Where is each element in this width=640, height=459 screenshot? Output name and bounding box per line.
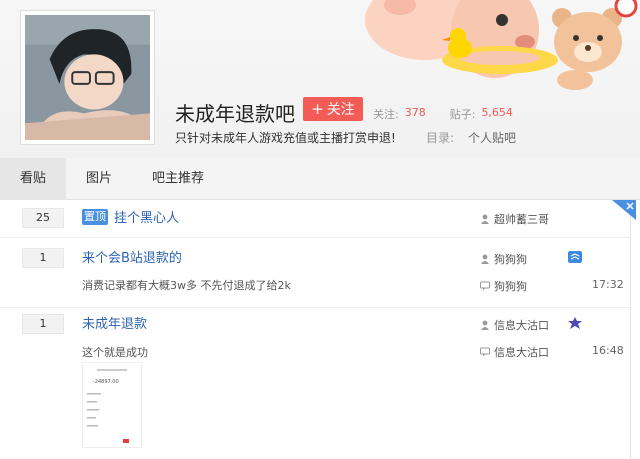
post-count: 5,654 [481,106,513,119]
thread-author[interactable]: 超帅蓄三哥 [480,211,549,227]
forum-tabs: 看贴 图片 吧主推荐 [0,158,640,200]
thread-title[interactable]: 挂个黑心人 [114,207,179,226]
tab-posts[interactable]: 看贴 [0,158,67,200]
reply-count: 25 [22,208,64,228]
follow-count: 378 [404,106,426,119]
follow-button[interactable]: + 关注 [303,97,363,121]
comment-icon [480,347,490,357]
list-divider [630,200,631,459]
tab-recommended[interactable]: 吧主推荐 [132,158,224,200]
thumbnail-amount: -24897.00 [93,379,119,385]
forum-title: 未成年退款吧 [175,102,295,126]
member-badge-icon [568,251,582,263]
forum-page: 未成年退款吧 + 关注 关注: 378 贴子: 5,654 只针对未成年人游戏充… [0,0,640,459]
thread-abstract: 这个就是成功 [82,346,148,359]
catalog-label: 目录: [426,131,455,145]
thread-row[interactable]: 25 置顶 挂个黑心人 超帅蓄三哥 [0,200,630,238]
forum-avatar [25,15,150,140]
catalog-link[interactable]: 个人贴吧 [468,129,516,146]
avatar-illustration [25,15,150,140]
follow-button-label: 关注 [326,102,355,118]
thread-author[interactable]: 信息大沽口 [480,317,549,333]
thread-title[interactable]: 未成年退款 [82,313,147,332]
thread-row[interactable]: 1 来个会B站退款的 消费记录都有大概3w多 不先付退成了给2k 狗狗狗 狗狗狗… [0,238,630,308]
author-name: 超帅蓄三哥 [494,213,549,226]
reply-count: 1 [22,314,64,334]
cartoon-banner-illustration [365,0,638,90]
user-icon [481,214,489,224]
thread-author[interactable]: 狗狗狗 [480,251,527,267]
last-reply-author[interactable]: 信息大沽口 [480,344,549,360]
reply-count: 1 [22,248,64,268]
last-reply-author[interactable]: 狗狗狗 [480,278,527,294]
last-reply-name: 狗狗狗 [494,280,527,293]
post-count-label: 贴子: [449,108,476,121]
forum-catalog: 目录: 个人贴吧 [426,129,516,146]
forum-slogan: 只针对未成年人游戏充值或主播打赏申退! [175,131,396,145]
pinned-badge: 置顶 [82,209,108,225]
last-reply-time: 16:48 [592,344,624,357]
tab-images[interactable]: 图片 [66,158,132,200]
payment-record-screenshot: -24897.00 [83,363,141,447]
author-name: 信息大沽口 [494,319,549,332]
user-icon [481,254,489,264]
forum-banner: 未成年退款吧 + 关注 关注: 378 贴子: 5,654 只针对未成年人游戏充… [0,0,640,158]
forum-avatar-frame[interactable] [20,10,155,145]
thread-title[interactable]: 来个会B站退款的 [82,247,182,266]
comment-icon [480,281,490,291]
user-icon [481,320,489,330]
forum-stats: 关注: 378 贴子: 5,654 [373,106,513,122]
member-badge-icon [568,317,582,329]
last-reply-time: 17:32 [592,278,624,291]
follow-count-label: 关注: [373,108,399,121]
thread-abstract: 消费记录都有大概3w多 不先付退成了给2k [82,279,291,292]
author-name: 狗狗狗 [494,253,527,266]
plus-icon: + [311,100,324,118]
last-reply-name: 信息大沽口 [494,346,549,359]
thread-image-thumbnail[interactable]: -24897.00 [82,362,142,448]
